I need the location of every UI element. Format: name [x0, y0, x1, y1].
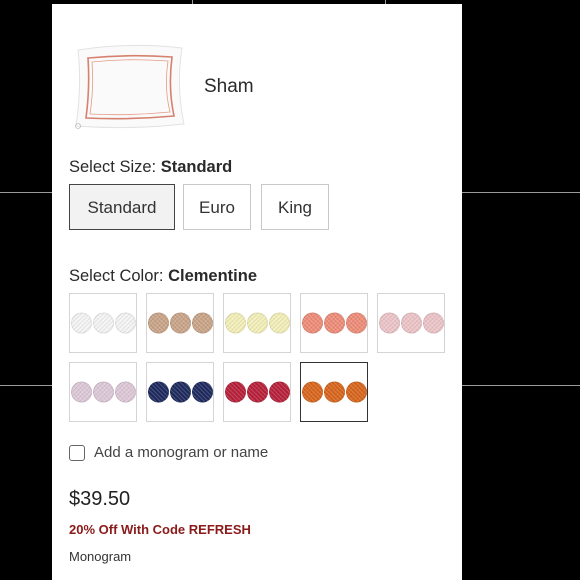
- swatch-circle: [268, 312, 290, 334]
- color-swatch[interactable]: [300, 293, 368, 353]
- swatch-circle: [114, 381, 136, 403]
- swatch-circles: [378, 312, 444, 334]
- swatch-circle: [147, 381, 169, 403]
- product-options-panel: Sham Select Size: Standard Standard Euro…: [52, 4, 462, 580]
- color-swatch[interactable]: [300, 362, 368, 422]
- color-swatch[interactable]: [69, 362, 137, 422]
- swatch-circles: [147, 381, 213, 403]
- swatch-circle: [224, 381, 246, 403]
- monogram-option[interactable]: Add a monogram or name: [69, 444, 268, 461]
- swatch-circle: [169, 381, 191, 403]
- swatch-circle: [422, 312, 444, 334]
- swatch-circle: [246, 381, 268, 403]
- swatch-circle: [191, 381, 213, 403]
- monogram-section-label: Monogram: [69, 549, 132, 564]
- selected-color: Clementine: [168, 267, 257, 285]
- swatch-circle: [191, 312, 213, 334]
- swatch-circle: [224, 312, 246, 334]
- color-swatch[interactable]: [69, 293, 137, 353]
- size-label-prefix: Select Size:: [69, 158, 157, 176]
- swatch-circle: [268, 381, 290, 403]
- monogram-checkbox[interactable]: [69, 444, 85, 461]
- promo-code-text: 20% Off With Code REFRESH: [69, 522, 251, 537]
- swatch-circles: [70, 381, 136, 403]
- color-swatch[interactable]: [223, 362, 291, 422]
- color-swatch[interactable]: [223, 293, 291, 353]
- swatch-circle: [70, 312, 92, 334]
- swatch-circles: [70, 312, 136, 334]
- swatch-circles: [224, 381, 290, 403]
- swatch-circle: [92, 312, 114, 334]
- swatch-circle: [147, 312, 169, 334]
- product-price: $39.50: [69, 488, 131, 510]
- swatch-circle: [323, 381, 345, 403]
- product-name: Sham: [204, 76, 254, 97]
- swatch-circle: [114, 312, 136, 334]
- monogram-checkbox-label[interactable]: Add a monogram or name: [94, 444, 268, 461]
- swatch-circle: [400, 312, 422, 334]
- swatch-circles: [147, 312, 213, 334]
- size-label: Select Size: Standard: [69, 158, 232, 177]
- swatch-circles: [301, 312, 367, 334]
- swatch-circle: [301, 312, 323, 334]
- swatch-circle: [70, 381, 92, 403]
- color-swatch[interactable]: [377, 293, 445, 353]
- size-option-king[interactable]: King: [261, 184, 329, 230]
- swatch-circle: [345, 381, 367, 403]
- color-label-prefix: Select Color:: [69, 267, 164, 285]
- color-label: Select Color: Clementine: [69, 267, 257, 286]
- swatch-circle: [246, 312, 268, 334]
- color-swatch[interactable]: [146, 293, 214, 353]
- size-option-standard[interactable]: Standard: [69, 184, 175, 230]
- swatch-circle: [345, 312, 367, 334]
- pillow-sham-image: [75, 44, 185, 129]
- swatch-circle: [301, 381, 323, 403]
- swatch-circle: [169, 312, 191, 334]
- swatch-circles: [301, 381, 367, 403]
- swatch-circle: [378, 312, 400, 334]
- selected-size: Standard: [160, 158, 233, 176]
- color-swatch[interactable]: [146, 362, 214, 422]
- swatch-circle: [92, 381, 114, 403]
- swatch-circles: [224, 312, 290, 334]
- swatch-circle: [323, 312, 345, 334]
- size-option-euro[interactable]: Euro: [183, 184, 251, 230]
